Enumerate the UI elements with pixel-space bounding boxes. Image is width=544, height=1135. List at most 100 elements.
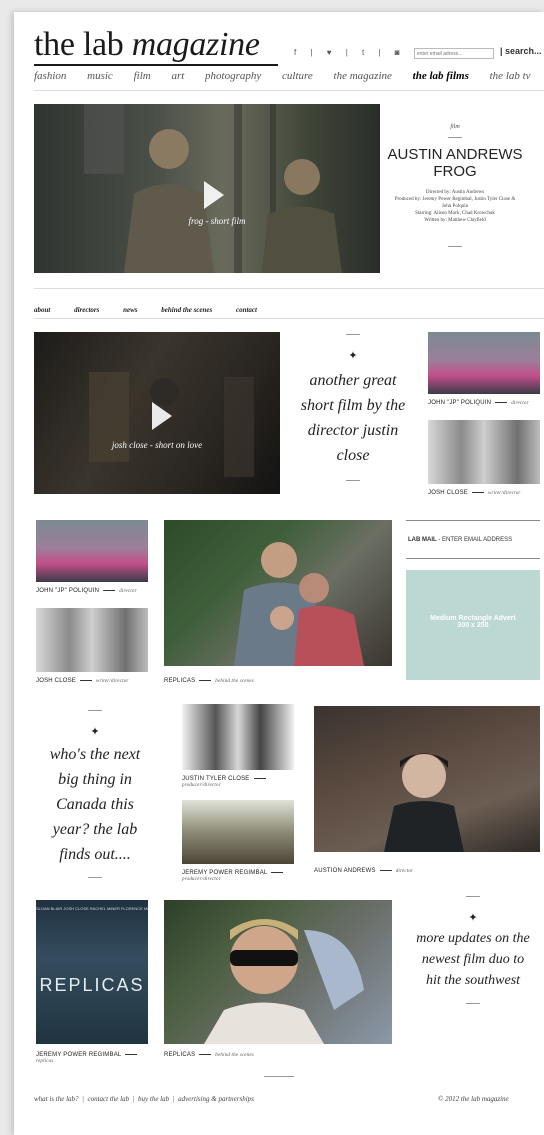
logo-underline [34, 64, 278, 66]
quote-block-2: ✦ who's the next big thing in Canada thi… [40, 710, 150, 878]
caption-role: behind the scenes [215, 1053, 254, 1058]
caption-role: director [119, 589, 137, 594]
quote-dash-bottom [88, 877, 102, 878]
quote-dash-top [466, 896, 480, 897]
lab-mail-bottom-rule [406, 558, 540, 559]
footer-link-advertising[interactable]: advertising & partnerships [178, 1095, 254, 1103]
short-on-love-video[interactable]: josh close - short on love [34, 332, 280, 494]
social-icons[interactable]: f | ♥ | t | ◙ | [294, 48, 422, 57]
replicas-poster[interactable]: SLOAN BLAIR JOSH CLOSE RACHEL MINER FLOR… [36, 900, 148, 1044]
bird-icon[interactable]: ✦ [300, 349, 406, 362]
credit-line: Starring: Alison Mack, Chad Krowchuk [415, 211, 495, 216]
caption-role: director [511, 401, 529, 406]
josh-close-portrait[interactable] [36, 608, 148, 672]
feature-dash-top [448, 137, 462, 138]
quote-dash-top [88, 710, 102, 711]
caption-role: behind the scenes [215, 679, 254, 684]
lab-mail-signup[interactable]: LAB MAIL - ENTER EMAIL ADDRESS [408, 537, 512, 543]
caption-name: AUSTION ANDREWS [314, 868, 376, 874]
bird-icon[interactable]: ✦ [40, 725, 150, 738]
jeremy-power-regimbal-photo[interactable] [182, 800, 294, 864]
ad-line2: 300 x 250 [457, 622, 489, 629]
caption-replicas: REPLICAS behind the scenes [164, 678, 254, 684]
caption-name: JOSH CLOSE [428, 490, 469, 496]
quote-text: who's the next big thing in Canada this … [49, 746, 141, 863]
footer-links: what is the lab? | contact the lab | buy… [34, 1095, 254, 1103]
header-email-input[interactable] [414, 48, 494, 59]
nav-music[interactable]: music [87, 70, 113, 82]
credit-line: Directed by: Austin Andrews [425, 190, 485, 195]
lab-mail-label: LAB MAIL [408, 537, 437, 543]
caption-jeremy-replicas: JEREMY POWER REGIMBAL replicas [36, 1052, 141, 1064]
caption-poliquin: JOHN "JP" POLIQUIN director [428, 400, 529, 406]
footer-link-what-is[interactable]: what is the lab? [34, 1095, 79, 1103]
quote-block-1: ✦ another great short film by the direct… [300, 334, 406, 481]
caption-jeremy-power-regimbal: JEREMY POWER REGIMBAL producer/director [182, 870, 287, 882]
play-icon[interactable] [204, 181, 224, 209]
subnav-about[interactable]: about [34, 306, 50, 314]
poster-cast: SLOAN BLAIR JOSH CLOSE RACHEL MINER FLOR… [36, 906, 148, 911]
subnav-directors[interactable]: directors [74, 306, 99, 314]
nav-the-magazine[interactable]: the magazine [334, 70, 392, 82]
page: the lab magazine f | ♥ | t | ◙ | | searc… [14, 12, 544, 1135]
feature-divider [34, 288, 544, 289]
feature-dash-bottom [448, 246, 462, 247]
nav-art[interactable]: art [171, 70, 184, 82]
nav-divider [34, 90, 544, 91]
logo-italic: magazine [131, 26, 260, 63]
quote-dash-bottom [466, 1003, 480, 1004]
nav-film[interactable]: film [134, 70, 151, 82]
footer-dash [264, 1076, 294, 1077]
feature-info: film AUSTIN ANDREWS FROG Directed by: Au… [382, 124, 528, 247]
replicas-family-photo[interactable] [164, 520, 392, 666]
nav-the-lab-films[interactable]: the lab films [413, 70, 469, 82]
main-nav: fashion music film art photography cultu… [34, 70, 544, 82]
feature-credits: Directed by: Austin Andrews Produced by:… [382, 189, 528, 224]
caption-justin-tyler-close: JUSTIN TYLER CLOSE producer/director [182, 776, 270, 788]
lab-mail-top-rule [406, 520, 540, 521]
austin-andrews-photo[interactable] [314, 706, 540, 852]
caption-austion-andrews: AUSTION ANDREWS director [314, 868, 413, 874]
austin-andrews-scene [384, 753, 464, 852]
caption-name: REPLICAS [164, 678, 196, 684]
medium-rectangle-ad[interactable]: Medium Rectangle Advert 300 x 250 [406, 570, 540, 680]
nav-fashion[interactable]: fashion [34, 70, 66, 82]
crowd-photo[interactable] [36, 520, 148, 582]
crowd-photo[interactable] [428, 332, 540, 394]
footer-link-buy[interactable]: buy the lab [138, 1095, 169, 1103]
caption-josh-close: JOSH CLOSE writer/director [36, 678, 129, 684]
short-on-love-label: josh close - short on love [111, 440, 203, 450]
ad-line1: Medium Rectangle Advert [430, 615, 516, 622]
search-link[interactable]: | search... [500, 46, 542, 56]
justin-tyler-close-portrait[interactable] [182, 704, 294, 770]
nav-the-lab-tv[interactable]: the lab tv [490, 70, 531, 82]
caption-role: writer/director [488, 491, 521, 496]
feature-video-label: frog - short film [188, 216, 246, 226]
quote-dash-top [346, 334, 360, 335]
credit-line: Produced by: Jeremy Power Regimbal, Just… [394, 197, 516, 202]
footer-copyright: © 2012 the lab magazine [438, 1095, 509, 1103]
subnav-divider [34, 318, 544, 319]
logo-plain: the lab [34, 26, 124, 63]
caption-role: replicas [36, 1059, 54, 1064]
feature-title[interactable]: AUSTIN ANDREWS FROG [382, 146, 528, 180]
caption-role: writer/director [96, 679, 129, 684]
bird-icon[interactable]: ✦ [414, 911, 532, 924]
lab-mail-placeholder: ENTER EMAIL ADDRESS [442, 537, 513, 543]
nav-photography[interactable]: photography [205, 70, 261, 82]
caption-josh-close: JOSH CLOSE writer/director [428, 490, 521, 496]
nav-culture[interactable]: culture [282, 70, 313, 82]
replicas-family-scene [234, 542, 364, 666]
play-icon[interactable] [152, 402, 172, 430]
sunglasses-portrait[interactable] [164, 900, 392, 1044]
footer-link-contact[interactable]: contact the lab [87, 1095, 129, 1103]
feature-video[interactable]: frog - short film [34, 104, 380, 273]
subnav-contact[interactable]: contact [236, 306, 257, 314]
josh-close-portrait[interactable] [428, 420, 540, 484]
caption-role: producer/director [182, 783, 221, 788]
subnav-news[interactable]: news [123, 306, 137, 314]
caption-name: REPLICAS [164, 1052, 196, 1058]
credit-line: John Polquin [441, 204, 469, 209]
subnav-behind-the-scenes[interactable]: behind the scenes [161, 306, 212, 314]
site-logo[interactable]: the lab magazine [34, 26, 260, 64]
